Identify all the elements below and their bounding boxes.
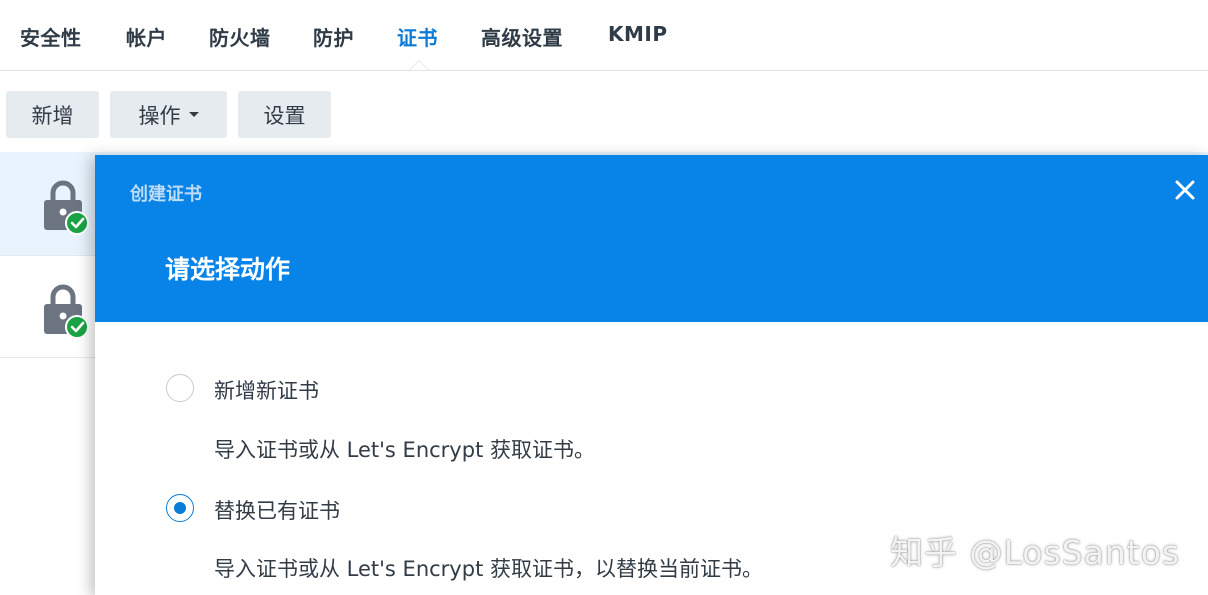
option-replace-description: 导入证书或从 Let's Encrypt 获取证书，以替换当前证书。: [214, 557, 763, 581]
close-icon[interactable]: [1172, 177, 1198, 203]
tab-certificate[interactable]: 证书: [397, 22, 438, 51]
dialog-label: 创建证书: [130, 184, 202, 205]
tab-security[interactable]: 安全性: [20, 22, 82, 51]
option-replace-label[interactable]: 替换已有证书: [214, 495, 340, 525]
lock-check-icon: [44, 284, 89, 339]
action-button[interactable]: 操作: [110, 91, 227, 138]
radio-add-new-certificate[interactable]: [166, 374, 194, 402]
lock-check-icon: [44, 180, 89, 235]
add-button-label: 新增: [31, 103, 74, 128]
dialog-header: 创建证书 请选择动作: [95, 155, 1208, 322]
settings-button[interactable]: 设置: [238, 91, 331, 138]
action-button-label: 操作: [138, 103, 181, 128]
tab-firewall[interactable]: 防火墙: [209, 22, 271, 51]
active-tab-indicator: [409, 60, 429, 70]
tab-kmip[interactable]: KMIP: [608, 22, 668, 46]
tab-protection[interactable]: 防护: [313, 22, 354, 51]
radio-replace-certificate[interactable]: [166, 494, 194, 522]
tab-advanced[interactable]: 高级设置: [481, 22, 563, 51]
settings-button-label: 设置: [263, 103, 306, 128]
caret-down-icon: [188, 112, 199, 117]
tab-bar: 安全性 帐户 防火墙 防护 证书 高级设置 KMIP: [0, 0, 1208, 71]
option-add-new-label[interactable]: 新增新证书: [214, 375, 319, 405]
add-button[interactable]: 新增: [6, 91, 99, 138]
dialog-title: 请选择动作: [165, 255, 291, 284]
watermark: 知乎 @LosSantos: [890, 533, 1181, 572]
tab-account[interactable]: 帐户: [126, 22, 167, 51]
option-add-new-description: 导入证书或从 Let's Encrypt 获取证书。: [214, 438, 595, 462]
